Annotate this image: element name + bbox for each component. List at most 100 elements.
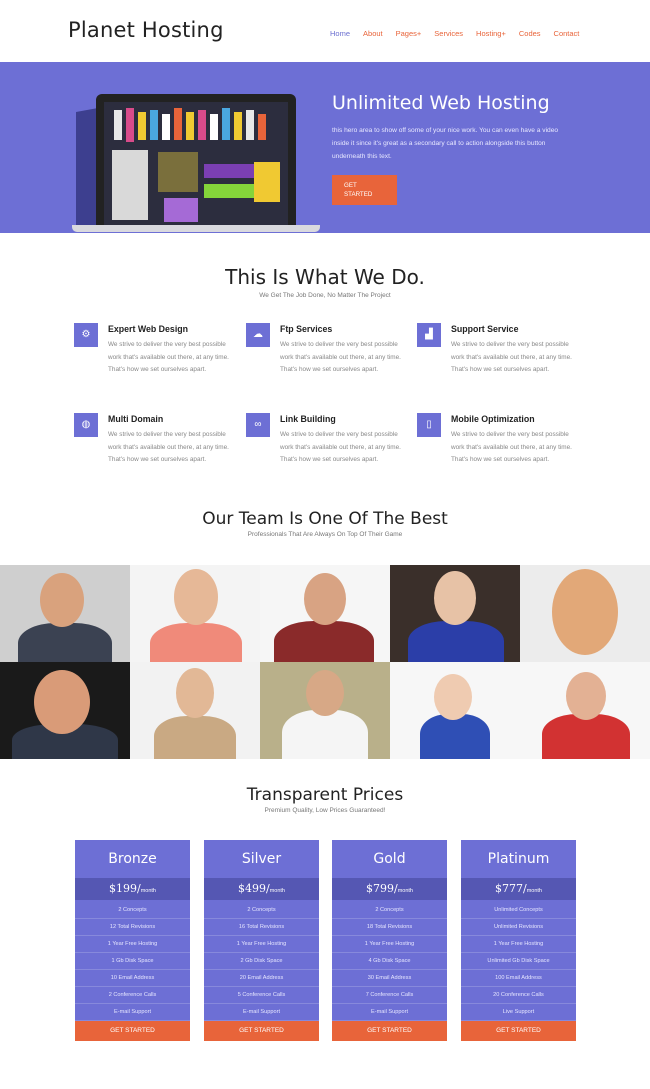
feature-title: Support Service (451, 324, 519, 334)
nav-home[interactable]: Home (330, 29, 350, 38)
plan-features: Unlimited Concepts Unlimited Revisions 1… (461, 902, 576, 1021)
feature-mobile: ▯ Mobile Optimization We strive to deliv… (417, 413, 587, 483)
feature-link-building: ∞ Link Building We strive to deliver the… (246, 413, 416, 483)
plan-price: $799/month (332, 878, 447, 900)
globe-icon: ◍ (74, 413, 98, 437)
feature-ftp: ☁ Ftp Services We strive to deliver the … (246, 323, 416, 393)
plan-name: Platinum (487, 851, 550, 867)
hero-section: Unlimited Web Hosting this hero area to … (0, 62, 650, 233)
pricing-subtitle: Premium Quality, Low Prices Guaranteed! (264, 807, 386, 814)
plan-feature: 1 Year Free Hosting (461, 936, 576, 953)
pricing-title: Transparent Prices (246, 785, 404, 805)
site-header: Planet Hosting Home About Pages+ Service… (0, 0, 650, 62)
services-subtitle: We Get The Job Done, No Matter The Proje… (259, 292, 391, 299)
plan-features: 2 Concepts 18 Total Revisions 1 Year Fre… (332, 902, 447, 1021)
plan-price: $499/month (204, 878, 319, 900)
team-member-photo (260, 565, 390, 662)
plan-feature: 2 Concepts (204, 902, 319, 919)
team-subtitle: Professionals That Are Always On Top Of … (247, 531, 403, 538)
services-title: This Is What We Do. (225, 265, 425, 289)
nav-pages[interactable]: Pages+ (396, 29, 422, 38)
plan-feature: 7 Conference Calls (332, 987, 447, 1004)
plan-price: $777/month (461, 878, 576, 900)
get-started-button[interactable]: GET STARTED (332, 175, 397, 205)
plan-features: 2 Concepts 12 Total Revisions 1 Year Fre… (75, 902, 190, 1021)
site-logo[interactable]: Planet Hosting (68, 18, 224, 42)
plan-feature: Unlimited Concepts (461, 902, 576, 919)
team-title: Our Team Is One Of The Best (202, 509, 448, 529)
plan-feature: 1 Year Free Hosting (75, 936, 190, 953)
feature-title: Expert Web Design (108, 324, 189, 334)
feature-title: Mobile Optimization (451, 414, 535, 424)
pricing-card-silver: Silver $499/month 2 Concepts 16 Total Re… (204, 840, 319, 1041)
team-member-photo (0, 565, 130, 662)
nav-hosting[interactable]: Hosting+ (476, 29, 506, 38)
cloud-icon: ☁ (246, 323, 270, 347)
plan-feature: Unlimited Revisions (461, 919, 576, 936)
plan-feature: 1 Year Free Hosting (204, 936, 319, 953)
team-member-photo (130, 565, 260, 662)
team-grid (0, 565, 650, 759)
nav-contact[interactable]: Contact (554, 29, 580, 38)
laptop-image (72, 94, 320, 233)
feature-multi-domain: ◍ Multi Domain We strive to deliver the … (74, 413, 244, 483)
team-member-photo (0, 662, 130, 759)
plan-get-started-button[interactable]: GET STARTED (75, 1021, 190, 1041)
feature-text: We strive to deliver the very best possi… (451, 341, 572, 374)
team-member-photo (390, 662, 520, 759)
pricing-card-gold: Gold $799/month 2 Concepts 18 Total Revi… (332, 840, 447, 1041)
plan-feature: 2 Concepts (75, 902, 190, 919)
team-member-photo (130, 662, 260, 759)
team-member-photo (390, 565, 520, 662)
plan-feature: 20 Email Address (204, 970, 319, 987)
mobile-icon: ▯ (417, 413, 441, 437)
plan-name: Silver (241, 851, 282, 867)
feature-web-design: ⚙ Expert Web Design We strive to deliver… (74, 323, 244, 393)
plan-feature: E-mail Support (75, 1004, 190, 1021)
plan-get-started-button[interactable]: GET STARTED (332, 1021, 447, 1041)
plan-feature: 30 Email Address (332, 970, 447, 987)
plan-name: Bronze (108, 851, 157, 867)
nav-about[interactable]: About (363, 29, 383, 38)
plan-feature: Unlimited Gb Disk Space (461, 953, 576, 970)
plan-feature: 2 Conference Calls (75, 987, 190, 1004)
plan-feature: 100 Email Address (461, 970, 576, 987)
team-member-photo (520, 565, 650, 662)
feature-text: We strive to deliver the very best possi… (280, 341, 401, 374)
pricing-card-bronze: Bronze $199/month 2 Concepts 12 Total Re… (75, 840, 190, 1041)
plan-feature: 18 Total Revisions (332, 919, 447, 936)
link-icon: ∞ (246, 413, 270, 437)
plan-feature: 1 Year Free Hosting (332, 936, 447, 953)
pricing-card-platinum: Platinum $777/month Unlimited Concepts U… (461, 840, 576, 1041)
plan-feature: 10 Email Address (75, 970, 190, 987)
feature-title: Link Building (280, 414, 336, 424)
hero-description: this hero area to show off some of your … (332, 127, 559, 160)
feature-text: We strive to deliver the very best possi… (451, 431, 572, 464)
plan-feature: 2 Gb Disk Space (204, 953, 319, 970)
plan-get-started-button[interactable]: GET STARTED (204, 1021, 319, 1041)
gear-icon: ⚙ (74, 323, 98, 347)
feature-text: We strive to deliver the very best possi… (280, 431, 401, 464)
feature-title: Multi Domain (108, 414, 164, 424)
feature-text: We strive to deliver the very best possi… (108, 341, 229, 374)
main-nav: Home About Pages+ Services Hosting+ Code… (330, 29, 592, 38)
plan-feature: 4 Gb Disk Space (332, 953, 447, 970)
plan-feature: 1 Gb Disk Space (75, 953, 190, 970)
team-member-photo (260, 662, 390, 759)
hero-title: Unlimited Web Hosting (332, 92, 550, 114)
nav-codes[interactable]: Codes (519, 29, 541, 38)
plan-feature: Live Support (461, 1004, 576, 1021)
plan-feature: 5 Conference Calls (204, 987, 319, 1004)
plan-feature: 20 Conference Calls (461, 987, 576, 1004)
plan-features: 2 Concepts 16 Total Revisions 1 Year Fre… (204, 902, 319, 1021)
feature-text: We strive to deliver the very best possi… (108, 431, 229, 464)
signal-icon: ▟ (417, 323, 441, 347)
plan-feature: 2 Concepts (332, 902, 447, 919)
plan-feature: 16 Total Revisions (204, 919, 319, 936)
nav-services[interactable]: Services (434, 29, 463, 38)
plan-feature: E-mail Support (204, 1004, 319, 1021)
plan-feature: 12 Total Revisions (75, 919, 190, 936)
plan-get-started-button[interactable]: GET STARTED (461, 1021, 576, 1041)
feature-title: Ftp Services (280, 324, 333, 334)
plan-name: Gold (373, 851, 406, 867)
